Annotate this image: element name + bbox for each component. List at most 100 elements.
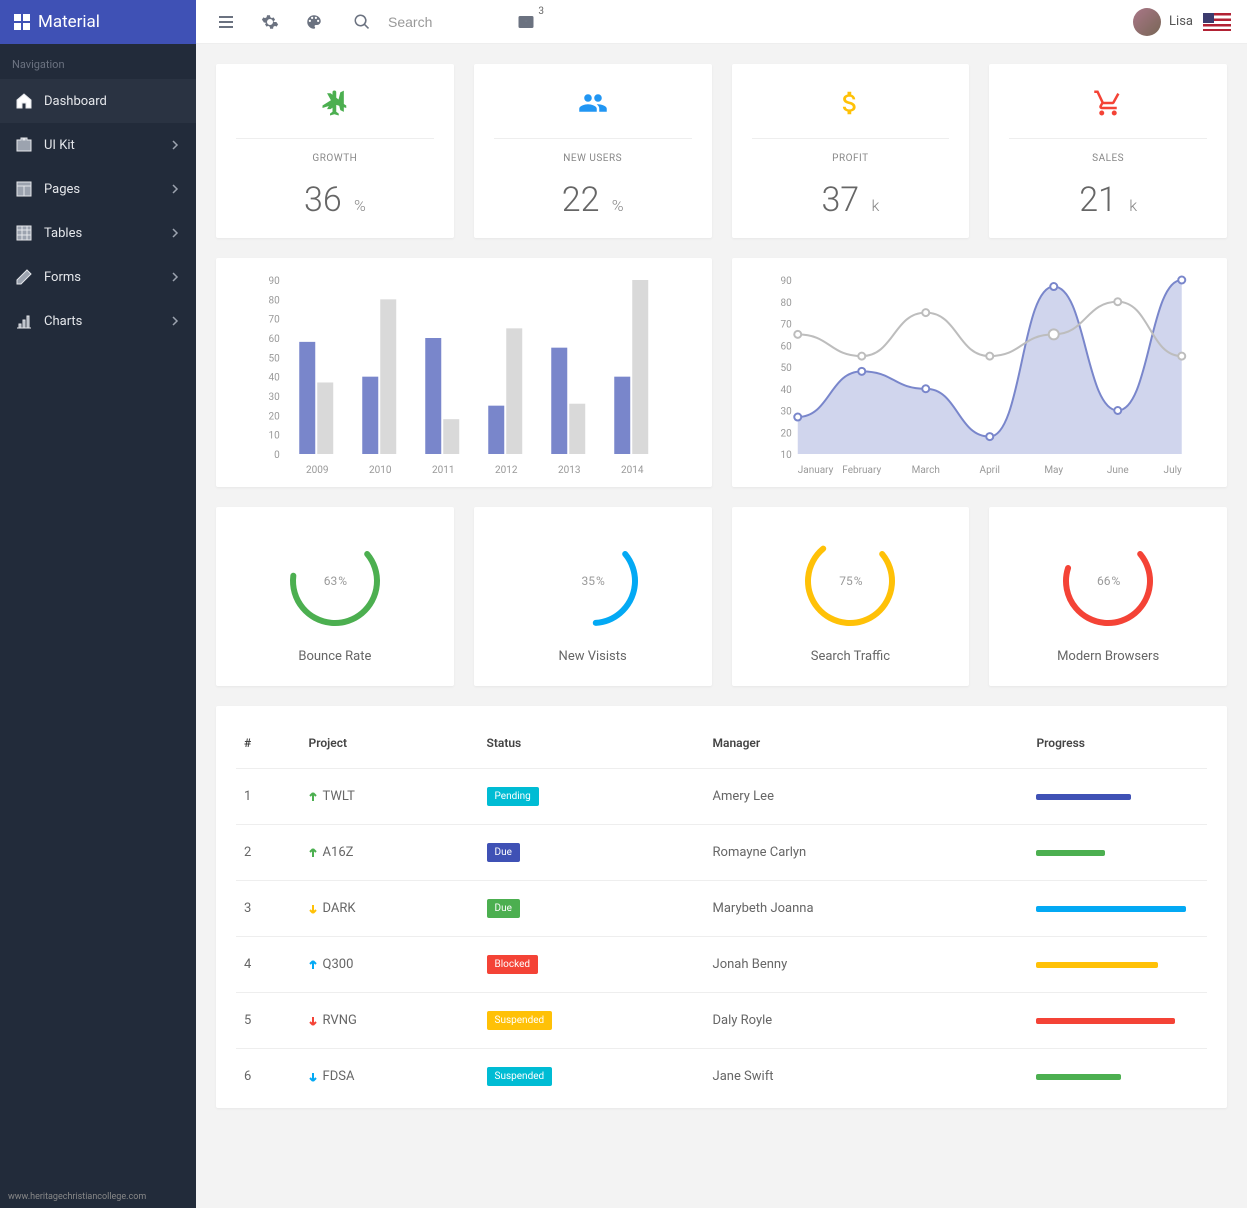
home-icon bbox=[16, 93, 32, 109]
row-num: 3 bbox=[236, 881, 301, 937]
stat-value: 37 k bbox=[732, 180, 970, 220]
ring-label: Search Traffic bbox=[732, 649, 970, 664]
window-icon bbox=[16, 181, 32, 197]
flag-us-icon[interactable] bbox=[1203, 13, 1231, 31]
ring-label: Bounce Rate bbox=[216, 649, 454, 664]
nav-item-forms[interactable]: Forms bbox=[0, 255, 196, 299]
svg-text:2012: 2012 bbox=[495, 465, 518, 476]
nav-label: Dashboard bbox=[44, 94, 107, 109]
nav-item-charts[interactable]: Charts bbox=[0, 299, 196, 343]
search-icon[interactable] bbox=[340, 0, 384, 44]
trend-down-icon bbox=[309, 1071, 317, 1083]
stat-label: PROFIT bbox=[752, 138, 950, 164]
progress-ring: 66% bbox=[1058, 531, 1158, 631]
topbar: 3 Lisa bbox=[196, 0, 1247, 44]
svg-text:70: 70 bbox=[780, 320, 792, 331]
svg-text:40: 40 bbox=[780, 385, 792, 396]
table-row[interactable]: 6FDSASuspendedJane Swift bbox=[236, 1049, 1207, 1105]
svg-text:70: 70 bbox=[269, 315, 281, 326]
table-row[interactable]: 4Q300BlockedJonah Benny bbox=[236, 937, 1207, 993]
watermark: www.heritagechristiancollege.com bbox=[8, 1192, 146, 1202]
svg-text:30: 30 bbox=[269, 392, 281, 403]
svg-text:80: 80 bbox=[269, 295, 281, 306]
brand[interactable]: Material bbox=[0, 0, 196, 44]
svg-text:February: February bbox=[842, 465, 881, 476]
mail-count: 3 bbox=[538, 6, 544, 17]
table-row[interactable]: 1TWLTPendingAmery Lee bbox=[236, 769, 1207, 825]
svg-text:10: 10 bbox=[780, 450, 792, 461]
svg-text:60: 60 bbox=[780, 341, 792, 352]
user-menu[interactable]: Lisa bbox=[1133, 8, 1193, 36]
row-num: 2 bbox=[236, 825, 301, 881]
projects-table-card: #ProjectStatusManagerProgress1TWLTPendin… bbox=[216, 706, 1227, 1108]
table-row[interactable]: 2A16ZDueRomayne Carlyn bbox=[236, 825, 1207, 881]
svg-text:2014: 2014 bbox=[621, 465, 644, 476]
svg-text:July: July bbox=[1163, 465, 1181, 476]
svg-text:April: April bbox=[979, 465, 999, 476]
svg-text:90: 90 bbox=[269, 276, 281, 287]
line-chart-card: 102030405060708090JanuaryFebruaryMarchAp… bbox=[732, 258, 1228, 487]
mail-button[interactable]: 3 bbox=[504, 0, 548, 44]
progress-ring: 75% bbox=[800, 531, 900, 631]
svg-text:90: 90 bbox=[780, 276, 792, 287]
svg-text:January: January bbox=[797, 465, 833, 476]
brand-label: Material bbox=[38, 12, 100, 32]
row-progress bbox=[1028, 1049, 1207, 1105]
table-row[interactable]: 3DARKDueMarybeth Joanna bbox=[236, 881, 1207, 937]
nav-item-pages[interactable]: Pages bbox=[0, 167, 196, 211]
svg-text:20: 20 bbox=[269, 411, 281, 422]
svg-text:0: 0 bbox=[274, 450, 280, 461]
stat-card-new-users: NEW USERS22 % bbox=[474, 64, 712, 238]
col-header: Status bbox=[479, 714, 705, 769]
row-status: Blocked bbox=[479, 937, 705, 993]
sidebar: Material Navigation DashboardUI KitPages… bbox=[0, 0, 196, 1208]
row-num: 6 bbox=[236, 1049, 301, 1105]
ring-modern-browsers: 66%Modern Browsers bbox=[989, 507, 1227, 686]
nav-item-tables[interactable]: Tables bbox=[0, 211, 196, 255]
chevron-right-icon bbox=[170, 228, 180, 238]
svg-text:40: 40 bbox=[269, 373, 281, 384]
plane-icon bbox=[216, 86, 454, 120]
ring-bounce-rate: 63%Bounce Rate bbox=[216, 507, 454, 686]
row-progress bbox=[1028, 769, 1207, 825]
row-project: A16Z bbox=[301, 825, 479, 881]
svg-text:2011: 2011 bbox=[432, 465, 454, 476]
ring-label: New Visists bbox=[474, 649, 712, 664]
row-num: 1 bbox=[236, 769, 301, 825]
menu-button[interactable] bbox=[204, 0, 248, 44]
row-progress bbox=[1028, 881, 1207, 937]
stat-value: 36 % bbox=[216, 180, 454, 220]
table-row[interactable]: 5RVNGSuspendedDaly Royle bbox=[236, 993, 1207, 1049]
stat-value: 21 k bbox=[989, 180, 1227, 220]
col-header: Manager bbox=[705, 714, 1029, 769]
settings-button[interactable] bbox=[248, 0, 292, 44]
content: GROWTH36 %NEW USERS22 %PROFIT37 kSALES21… bbox=[196, 44, 1247, 1128]
row-progress bbox=[1028, 937, 1207, 993]
grid-icon bbox=[14, 14, 30, 30]
svg-text:50: 50 bbox=[780, 363, 792, 374]
nav-item-ui-kit[interactable]: UI Kit bbox=[0, 123, 196, 167]
cart-icon bbox=[989, 86, 1227, 120]
username: Lisa bbox=[1169, 14, 1193, 29]
row-project: DARK bbox=[301, 881, 479, 937]
search-input[interactable] bbox=[384, 10, 504, 34]
pencil-icon bbox=[16, 269, 32, 285]
row-manager: Romayne Carlyn bbox=[705, 825, 1029, 881]
trend-down-icon bbox=[309, 1015, 317, 1027]
bar-chart-card: 0102030405060708090200920102011201220132… bbox=[216, 258, 712, 487]
stat-card-sales: SALES 21 k bbox=[989, 64, 1227, 238]
row-progress bbox=[1028, 993, 1207, 1049]
chevron-right-icon bbox=[170, 272, 180, 282]
svg-text:June: June bbox=[1106, 465, 1128, 476]
nav-label: UI Kit bbox=[44, 138, 75, 153]
stat-label: SALES bbox=[1009, 138, 1207, 164]
svg-text:2009: 2009 bbox=[306, 465, 328, 476]
palette-button[interactable] bbox=[292, 0, 336, 44]
chevron-right-icon bbox=[170, 316, 180, 326]
row-status: Due bbox=[479, 881, 705, 937]
row-manager: Amery Lee bbox=[705, 769, 1029, 825]
stat-card-profit: PROFIT 37 k bbox=[732, 64, 970, 238]
ring-search-traffic: 75% Search Traffic bbox=[732, 507, 970, 686]
nav-item-dashboard[interactable]: Dashboard bbox=[0, 79, 196, 123]
nav-label: Pages bbox=[44, 182, 80, 197]
